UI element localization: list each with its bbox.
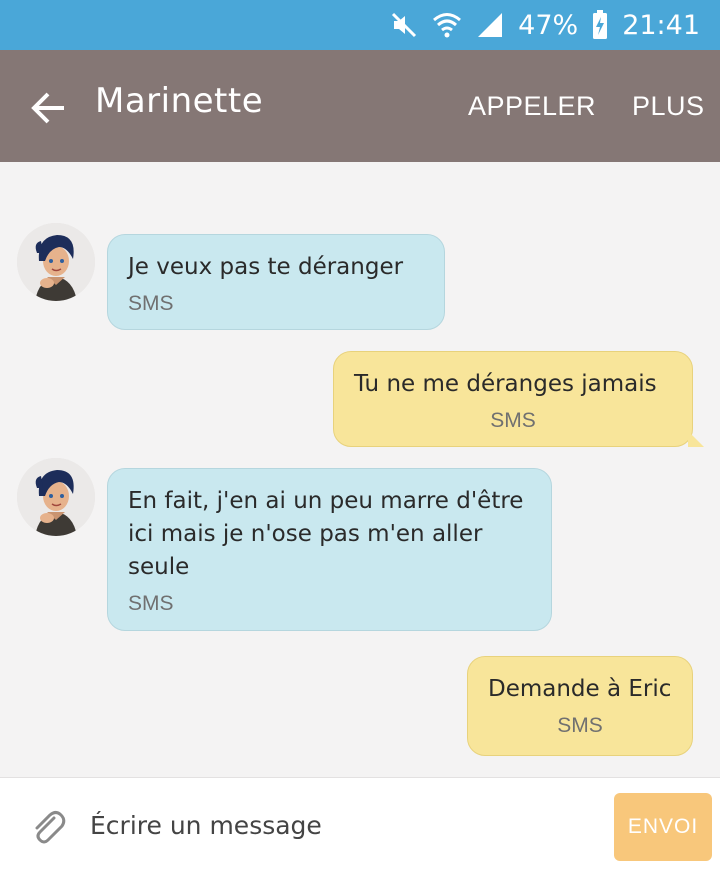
battery-charging-icon (592, 10, 608, 40)
message-composer: ENVOI (0, 777, 720, 874)
contact-avatar[interactable] (17, 223, 95, 301)
message-bubble-incoming[interactable]: En fait, j'en ai un peu marre d'être ici… (107, 468, 552, 631)
message-type: SMS (490, 409, 536, 432)
send-button[interactable]: ENVOI (614, 793, 712, 861)
message-text: Tu ne me déranges jamais (354, 371, 657, 397)
attach-button[interactable] (28, 808, 68, 848)
avatar-image (17, 458, 95, 536)
more-button[interactable]: PLUS (632, 91, 705, 122)
status-icons: 47% 21:41 (390, 0, 700, 50)
message-type: SMS (128, 292, 174, 315)
avatar-image (17, 223, 95, 301)
message-bubble-incoming[interactable]: Je veux pas te déranger SMS (107, 234, 445, 330)
message-bubble-outgoing[interactable]: Tu ne me déranges jamais SMS (333, 351, 693, 447)
conversation-header: Marinette APPELER PLUS (0, 50, 720, 162)
contact-avatar[interactable] (17, 458, 95, 536)
message-input[interactable] (88, 802, 592, 848)
status-time: 21:41 (622, 9, 700, 41)
call-button[interactable]: APPELER (468, 91, 596, 122)
mute-icon (390, 11, 418, 39)
message-type: SMS (128, 592, 174, 615)
message-bubble-outgoing[interactable]: Demande à Eric SMS (467, 656, 693, 756)
message-text: Demande à Eric (488, 676, 672, 702)
paperclip-icon (35, 811, 66, 844)
message-type: SMS (557, 714, 603, 737)
status-bar: 47% 21:41 (0, 0, 720, 50)
wifi-icon (432, 11, 462, 39)
back-button[interactable] (26, 86, 70, 130)
message-text: En fait, j'en ai un peu marre d'être ici… (128, 488, 524, 580)
bubble-tail (688, 431, 704, 447)
message-text: Je veux pas te déranger (128, 254, 404, 280)
signal-icon (476, 11, 504, 39)
battery-percent: 47% (518, 9, 579, 41)
back-arrow-icon (31, 92, 64, 124)
contact-name: Marinette (95, 81, 264, 121)
